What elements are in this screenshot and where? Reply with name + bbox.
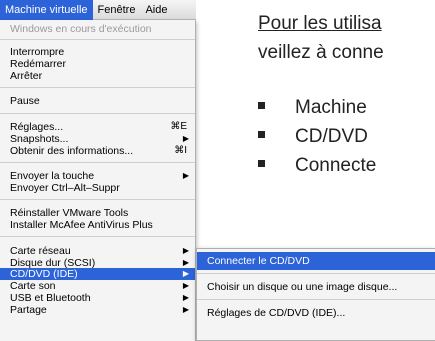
menu-item-reinstaller-vmware-tools[interactable]: Réinstaller VMware Tools [0,207,195,219]
menu-bar: Machine virtuelle Fenêtre Aide [0,0,196,20]
slide-bullet: CD/DVD [258,126,368,148]
menu-item-label: CD/DVD (IDE) [10,268,78,280]
submenu-arrow-icon: ▶ [182,281,189,290]
menu-item-label: Partage [10,304,47,316]
menu-item-running-windows: Windows en cours d'exécution [10,23,152,35]
submenu-arrow-icon: ▶ [182,269,189,278]
cd-dvd-submenu: Connecter le CD/DVD Choisir un disque ou… [196,248,435,341]
slide-bullet: Connecte [258,155,376,177]
menu-separator [0,236,195,237]
menu-item-reglages[interactable]: Réglages... ⌘E [0,121,195,133]
menu-item-redemarrer[interactable]: Redémarrer [0,58,195,70]
menu-item-interrompre[interactable]: Interrompre [0,46,195,58]
bullet-square-icon [258,102,265,110]
slide-heading-line: Pour les utilisa [258,13,382,34]
menu-separator [0,162,195,163]
submenu-arrow-icon: ▶ [182,305,189,314]
slide-bullet: Machine [258,97,367,119]
submenu-separator [197,299,435,300]
menu-item-envoyer-ctrl-alt-suppr[interactable]: Envoyer Ctrl–Alt–Suppr [0,182,195,194]
submenu-item-reglages-cd-dvd[interactable]: Réglages de CD/DVD (IDE)... [197,304,435,322]
menu-item-label: Snapshots... [10,133,69,145]
menu-item-usb-bluetooth[interactable]: USB et Bluetooth ▶ [0,292,195,304]
slide-text-line: veillez à conne [258,42,384,63]
submenu-separator [197,273,435,274]
menu-item-snapshots[interactable]: Snapshots... ▶ [0,133,195,145]
shortcut-cmd-i: ⌘I [174,145,187,156]
menu-item-label: USB et Bluetooth [10,292,91,304]
menu-item-label: Réglages... [10,121,64,133]
submenu-item-connecter-cd-dvd[interactable]: Connecter le CD/DVD [197,252,435,270]
menu-separator [0,87,195,88]
submenu-arrow-icon: ▶ [182,171,189,180]
menu-item-label: Envoyer la touche [10,170,95,182]
menu-fenetre[interactable]: Fenêtre [93,0,141,20]
bullet-square-icon [258,160,265,168]
slide-bullet-text: CD/DVD [295,126,368,147]
submenu-item-choisir-disque[interactable]: Choisir un disque ou une image disque... [197,278,435,296]
menu-item-partage[interactable]: Partage ▶ [0,304,195,316]
menu-item-label: Obtenir des informations... [10,145,134,157]
menu-separator [0,39,195,40]
submenu-arrow-icon: ▶ [182,293,189,302]
slide-bullet-text: Connecte [295,155,377,176]
menu-item-pause[interactable]: Pause [0,95,195,107]
menu-separator [0,199,195,200]
menu-item-obtenir-informations[interactable]: Obtenir des informations... ⌘I [0,145,195,157]
submenu-arrow-icon: ▶ [182,246,189,255]
submenu-arrow-icon: ▶ [182,134,189,143]
slide-bullet-text: Machine [295,97,367,118]
menu-item-cd-dvd[interactable]: CD/DVD (IDE) ▶ [0,268,195,280]
menu-separator [0,113,195,114]
menu-item-envoyer-touche[interactable]: Envoyer la touche ▶ [0,170,195,182]
menu-item-label: Carte son [10,280,56,292]
menu-machine-virtuelle[interactable]: Machine virtuelle [0,0,93,20]
menu-item-carte-reseau[interactable]: Carte réseau ▶ [0,245,195,257]
menu-item-installer-mcafee[interactable]: Installer McAfee AntiVirus Plus [0,219,195,231]
bullet-square-icon [258,131,265,139]
machine-virtuelle-dropdown: Windows en cours d'exécution Interrompre… [0,20,196,341]
menu-item-carte-son[interactable]: Carte son ▶ [0,280,195,292]
shortcut-cmd-e: ⌘E [170,121,187,132]
menu-item-arreter[interactable]: Arrêter [0,70,195,82]
menu-item-label: Carte réseau [10,245,71,257]
menu-aide[interactable]: Aide [140,0,172,20]
